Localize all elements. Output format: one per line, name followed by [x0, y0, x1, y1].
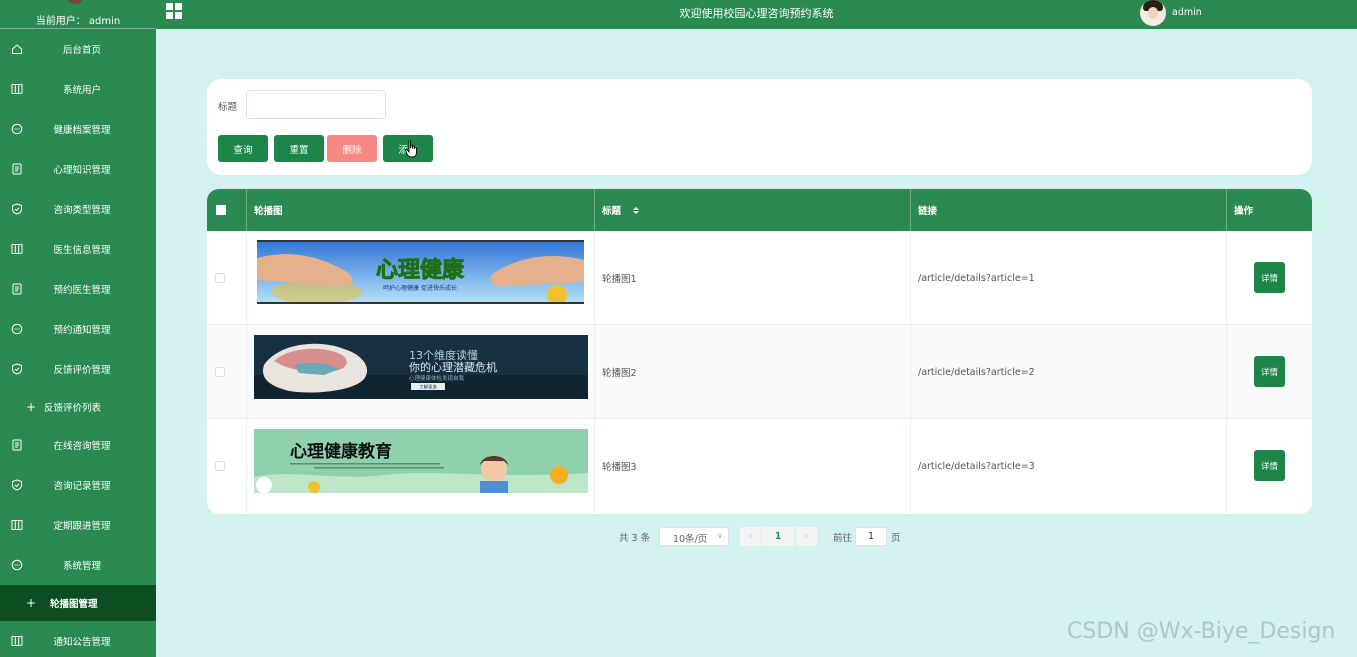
query-button[interactable]: 查询 — [218, 135, 268, 162]
row-link: /article/details?article=1 — [918, 272, 1035, 284]
detail-button[interactable]: 详情 — [1254, 450, 1285, 481]
table-row: 心理健康教育 轮播图3 /article/details?article=3 详… — [207, 419, 1312, 513]
sidebar-item[interactable]: 预约医生管理 — [0, 269, 156, 309]
sidebar-item[interactable]: 在线咨询管理 — [0, 425, 156, 465]
user-avatar — [66, 0, 84, 4]
carousel-table: 轮播图 标题 链接 操作 心理健康 呵护心理健康 促进快乐成长 轮播图1 /ar… — [207, 189, 1312, 514]
sidebar-user: 当前用户： admin — [0, 0, 156, 29]
svg-text:你的心理潜藏危机: 你的心理潜藏危机 — [409, 360, 497, 374]
chevron-right-icon: › — [804, 531, 809, 542]
sidebar-item-label: 系统管理 — [62, 561, 101, 572]
goto-label: 前往 — [833, 533, 853, 544]
sidebar-item[interactable]: 咨询记录管理 — [0, 465, 156, 505]
row-title: 轮播图3 — [602, 462, 637, 473]
plus-icon: + — [26, 596, 37, 610]
sidebar-item[interactable]: 咨询类型管理 — [0, 189, 156, 229]
table-row: 13个维度读懂 你的心理潜藏危机 心理健康体检发现自我 了解更多 轮播图2 /a… — [207, 325, 1312, 419]
page-size-value: 10条/页 — [673, 534, 708, 545]
header-select-all[interactable] — [207, 189, 247, 231]
title-search-input[interactable] — [246, 90, 386, 119]
svg-text:心理健康体检发现自我: 心理健康体检发现自我 — [409, 374, 465, 382]
chevron-left-icon: ‹ — [748, 531, 753, 542]
hand-cursor-icon — [405, 140, 417, 158]
sidebar-item[interactable]: 定期跟进管理 — [0, 505, 156, 545]
row-title: 轮播图1 — [602, 274, 637, 285]
detail-button[interactable]: 详情 — [1254, 262, 1285, 293]
title-label: 标题 — [218, 102, 238, 113]
sort-icon[interactable] — [626, 206, 640, 214]
sidebar-item-label: 咨询记录管理 — [53, 481, 111, 492]
detail-button[interactable]: 详情 — [1254, 356, 1285, 387]
page-number-current[interactable]: 1 — [762, 527, 794, 546]
sidebar-item[interactable]: 医生信息管理 — [0, 229, 156, 269]
sidebar-item[interactable]: 心理知识管理 — [0, 149, 156, 189]
delete-button[interactable]: 删除 — [327, 135, 377, 162]
svg-text:呵护心理健康 促进快乐成长: 呵护心理健康 促进快乐成长 — [383, 284, 457, 292]
carousel-image: 13个维度读懂 你的心理潜藏危机 心理健康体检发现自我 了解更多 — [254, 335, 588, 399]
select-all-checkbox[interactable] — [216, 205, 226, 215]
submenu-label: 反馈评价列表 — [44, 403, 102, 414]
column-header-link: 链接 — [911, 189, 1227, 231]
svg-text:心理健康教育: 心理健康教育 — [290, 441, 392, 462]
sidebar-item[interactable]: 通知公告管理 — [0, 621, 156, 657]
plus-icon: + — [26, 400, 37, 414]
sidebar-item-label: 反馈评价管理 — [53, 365, 111, 376]
row-link: /article/details?article=3 — [918, 460, 1035, 472]
sidebar-item-label: 在线咨询管理 — [53, 441, 111, 452]
header-username[interactable]: admin — [1172, 7, 1202, 18]
column-header-title[interactable]: 标题 — [595, 189, 911, 231]
chevron-down-icon: ∨ — [717, 531, 723, 540]
table-row: 心理健康 呵护心理健康 促进快乐成长 轮播图1 /article/details… — [207, 231, 1312, 325]
sidebar-item-label: 后台首页 — [62, 45, 101, 56]
sidebar-item[interactable]: 系统用户 — [0, 69, 156, 109]
sidebar-item-label: 预约通知管理 — [53, 325, 111, 336]
sidebar-item-label: 心理知识管理 — [53, 165, 111, 176]
search-panel: 标题 查询 重置 删除 添加 — [207, 79, 1312, 175]
sidebar-item-label: 通知公告管理 — [53, 637, 111, 648]
reset-button[interactable]: 重置 — [274, 135, 324, 162]
page-unit-label: 页 — [891, 533, 901, 544]
page-size-select[interactable]: 10条/页 ∨ — [659, 527, 729, 546]
watermark: CSDN @Wx-Biye_Design — [1067, 619, 1336, 644]
row-checkbox[interactable] — [215, 273, 225, 283]
svg-text:13个维度读懂: 13个维度读懂 — [409, 348, 478, 362]
current-user-label: 当前用户： admin — [35, 16, 121, 27]
column-header-actions: 操作 — [1234, 206, 1254, 217]
sidebar-item[interactable]: 系统管理 — [0, 545, 156, 585]
sidebar-item[interactable]: 反馈评价管理 — [0, 349, 156, 389]
avatar[interactable] — [1140, 0, 1166, 26]
sidebar-item[interactable]: 健康档案管理 — [0, 109, 156, 149]
carousel-image: 心理健康 呵护心理健康 促进快乐成长 — [257, 240, 584, 304]
svg-text:了解更多: 了解更多 — [419, 384, 437, 391]
submenu-item-carousel[interactable]: + 轮播图管理 — [0, 585, 156, 621]
sidebar-item-label: 预约医生管理 — [53, 285, 111, 296]
carousel-image: 心理健康教育 — [254, 429, 588, 493]
row-checkbox[interactable] — [215, 461, 225, 471]
sidebar-item-label: 健康档案管理 — [53, 125, 111, 136]
submenu-item-feedback-list[interactable]: + 反馈评价列表 — [0, 389, 156, 425]
table-header: 轮播图 标题 链接 操作 — [207, 189, 1312, 231]
sidebar-item-label: 咨询类型管理 — [53, 205, 111, 216]
submenu-label: 轮播图管理 — [50, 599, 98, 610]
sidebar: 当前用户： admin 后台首页系统用户健康档案管理 心理知识管理 咨询类型管理 医生… — [0, 0, 156, 657]
row-checkbox[interactable] — [215, 367, 225, 377]
pagination-total: 共 3 条 — [619, 533, 651, 544]
next-page-button[interactable]: › — [796, 527, 817, 546]
sidebar-item-label: 系统用户 — [62, 85, 101, 96]
row-title: 轮播图2 — [602, 368, 637, 379]
top-bar: 欢迎使用校园心理咨询预约系统 admin — [156, 0, 1357, 29]
sidebar-item-label: 医生信息管理 — [53, 245, 111, 256]
row-link: /article/details?article=2 — [918, 366, 1035, 378]
column-header-banner: 轮播图 — [247, 189, 595, 231]
sidebar-item-label: 定期跟进管理 — [53, 521, 111, 532]
sidebar-item[interactable]: 后台首页 — [0, 29, 156, 69]
prev-page-button[interactable]: ‹ — [740, 527, 761, 546]
goto-page-input[interactable]: 1 — [855, 527, 887, 546]
svg-text:心理健康: 心理健康 — [376, 257, 465, 283]
sidebar-item[interactable]: 预约通知管理 — [0, 309, 156, 349]
